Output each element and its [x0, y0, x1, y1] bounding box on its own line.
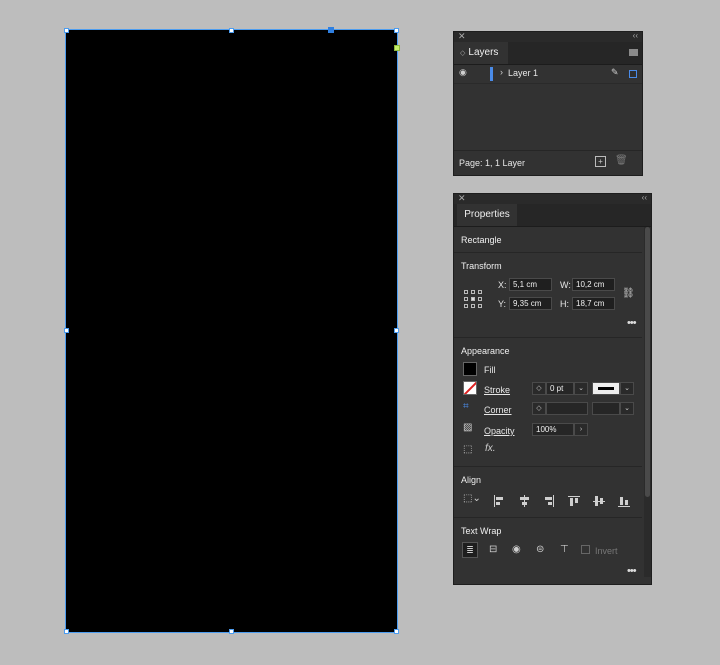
align-top-icon[interactable] — [568, 495, 580, 507]
text-wrap-title: Text Wrap — [461, 526, 502, 536]
panel-menu-icon[interactable] — [629, 49, 638, 56]
align-to-selection-icon[interactable]: ⬚⌄ — [463, 493, 481, 504]
tab-properties[interactable]: Properties — [457, 204, 517, 226]
invert-checkbox[interactable] — [581, 545, 590, 554]
close-icon[interactable]: ✕ — [458, 31, 466, 41]
wrap-object-shape-icon[interactable]: ◉ — [512, 544, 521, 555]
panel-header: ✕ ‹‹ — [454, 193, 651, 204]
y-input[interactable]: 9,35 cm — [509, 297, 552, 310]
fill-swatch[interactable] — [463, 362, 477, 376]
handle-top-left[interactable] — [64, 28, 69, 33]
tab-arrows-icon: ◇ — [460, 50, 466, 57]
scrollbar-thumb[interactable] — [645, 227, 650, 497]
new-layer-icon[interactable]: + — [595, 156, 606, 167]
selection-square-icon[interactable] — [629, 70, 637, 78]
jump-next-column-icon[interactable]: ⊤ — [560, 544, 569, 555]
handle-bottom-left[interactable] — [64, 629, 69, 634]
stroke-weight-dropdown[interactable]: ⌄ — [574, 382, 588, 395]
opacity-label[interactable]: Opacity — [484, 426, 515, 436]
x-input[interactable]: 5,1 cm — [509, 278, 552, 291]
align-title: Align — [461, 475, 482, 485]
align-left-icon[interactable] — [493, 495, 505, 507]
h-label: H: — [560, 299, 569, 309]
trash-icon[interactable]: 🗑 — [615, 155, 628, 166]
transform-title: Transform — [461, 261, 502, 271]
stroke-swatch[interactable] — [463, 381, 477, 395]
w-label: W: — [560, 280, 571, 290]
invert-label: Invert — [595, 546, 618, 556]
align-horizontal-center-icon[interactable] — [518, 495, 530, 507]
tab-layers-label: Layers — [468, 47, 499, 58]
appearance-title: Appearance — [461, 346, 510, 356]
w-input[interactable]: 10,2 cm — [572, 278, 615, 291]
corner-icon: ⌗ — [463, 401, 469, 412]
properties-tabbar: Properties — [454, 204, 651, 227]
object-type-section: Rectangle — [454, 227, 642, 253]
opacity-arrow[interactable]: › — [574, 423, 588, 436]
stroke-type-dropdown[interactable]: ⌄ — [620, 382, 634, 395]
handle-bottom-center[interactable] — [229, 629, 234, 634]
opacity-icon: ▨ — [463, 422, 473, 433]
h-input[interactable]: 18,7 cm — [572, 297, 615, 310]
stroke-weight-input[interactable]: 0 pt — [546, 382, 574, 395]
close-icon[interactable]: ✕ — [458, 193, 466, 203]
pen-icon: ✎ — [611, 67, 619, 77]
live-corner-widget[interactable] — [394, 45, 400, 51]
handle-middle-left[interactable] — [64, 328, 69, 333]
transform-section: Transform X: 5,1 cm W: 10,2 cm Y: 9,35 c… — [454, 253, 642, 338]
layer-color-swatch — [490, 67, 493, 81]
align-right-icon[interactable] — [543, 495, 555, 507]
y-label: Y: — [498, 299, 507, 309]
none-slash-icon — [464, 382, 476, 394]
frame-fitting-icon[interactable]: ⬚ — [463, 444, 472, 455]
collapse-icon[interactable]: ‹‹ — [642, 193, 647, 203]
wrap-bounding-box-icon[interactable]: ⊟ — [489, 544, 497, 555]
jump-object-icon[interactable]: ⊜ — [536, 544, 544, 555]
corner-size-input[interactable] — [546, 402, 588, 415]
text-wrap-section: Text Wrap ≣ ⊟ ◉ ⊜ ⊤ Invert ••• — [454, 518, 642, 584]
layer-row[interactable]: ◉ › Layer 1 ✎ — [454, 65, 642, 84]
handle-top-right[interactable] — [394, 28, 399, 33]
layers-footer: Page: 1, 1 Layer + 🗑 — [454, 150, 642, 175]
layers-tabbar: ◇ Layers — [454, 42, 642, 65]
align-vertical-center-icon[interactable] — [593, 495, 605, 507]
collapse-icon[interactable]: ‹‹ — [633, 31, 638, 41]
stroke-type-preview[interactable] — [592, 382, 620, 395]
opacity-input[interactable]: 100% — [532, 423, 574, 436]
handle-bottom-right[interactable] — [394, 629, 399, 634]
eye-icon[interactable]: ◉ — [459, 67, 467, 78]
layer-name[interactable]: Layer 1 — [508, 68, 538, 78]
corner-shape-dropdown[interactable] — [592, 402, 620, 415]
appearance-section: Appearance Fill Stroke ◇ 0 pt ⌄ ⌄ ⌗ Corn… — [454, 338, 642, 467]
fill-label: Fill — [484, 365, 496, 375]
handle-rotate[interactable] — [328, 27, 334, 33]
selected-rectangle[interactable] — [65, 29, 398, 633]
align-section: Align ⬚⌄ — [454, 467, 642, 518]
constrain-proportions-icon[interactable]: ⛓ — [622, 288, 635, 299]
more-options-icon[interactable]: ••• — [627, 565, 637, 577]
align-bottom-icon[interactable] — [618, 495, 630, 507]
corner-shape-arrow[interactable]: ⌄ — [620, 402, 634, 415]
handle-top-center[interactable] — [229, 28, 234, 33]
stroke-line-sample — [598, 387, 614, 390]
stroke-stepper[interactable]: ◇ — [532, 382, 546, 395]
corner-label[interactable]: Corner — [484, 405, 512, 415]
object-type: Rectangle — [461, 235, 502, 245]
fx-icon[interactable]: fx. — [485, 443, 496, 454]
no-wrap-button[interactable]: ≣ — [462, 542, 478, 558]
corner-stepper[interactable]: ◇ — [532, 402, 546, 415]
more-options-icon[interactable]: ••• — [627, 317, 637, 329]
layers-panel: ✕ ‹‹ ◇ Layers ◉ › Layer 1 ✎ Page: 1, 1 La… — [453, 31, 643, 176]
panel-header: ✕ ‹‹ — [454, 31, 642, 42]
tab-layers[interactable]: ◇ Layers — [454, 42, 509, 64]
layers-info: Page: 1, 1 Layer — [459, 158, 526, 168]
handle-middle-right[interactable] — [394, 328, 399, 333]
chevron-right-icon[interactable]: › — [500, 67, 503, 77]
x-label: X: — [498, 280, 507, 290]
reference-point-icon[interactable] — [464, 290, 486, 312]
properties-panel: ✕ ‹‹ Properties Rectangle Transform X: 5… — [453, 193, 652, 585]
stroke-label[interactable]: Stroke — [484, 385, 510, 395]
